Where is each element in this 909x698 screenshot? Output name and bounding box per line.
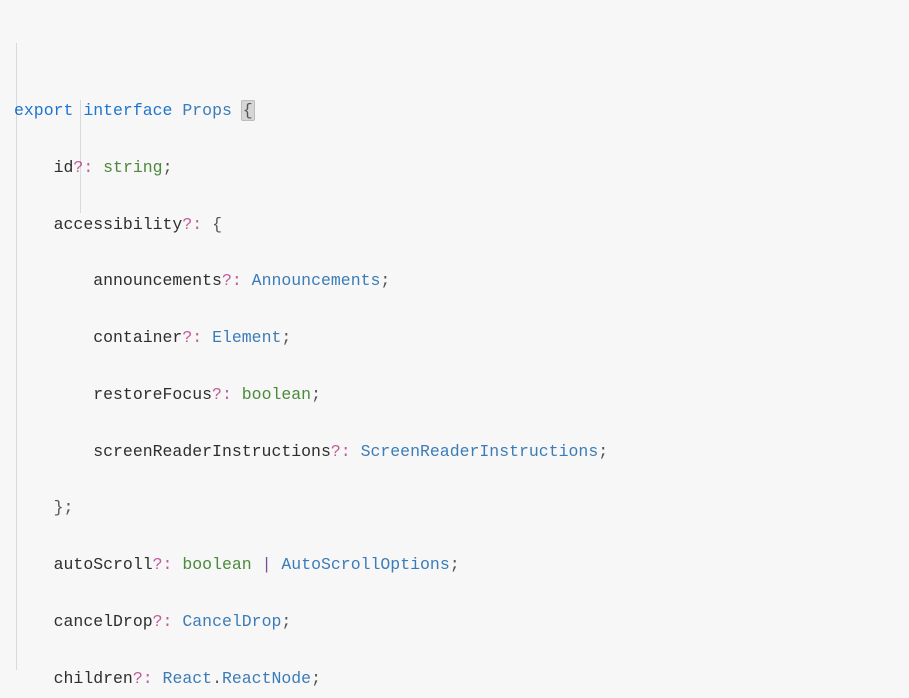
- export-keyword: export: [14, 101, 73, 120]
- open-brace: {: [241, 100, 255, 121]
- line-accessibility-close: };: [14, 494, 895, 522]
- line-announcements: announcements?: Announcements;: [14, 267, 895, 295]
- line-container: container?: Element;: [14, 324, 895, 352]
- indent-guide: [16, 43, 17, 670]
- line-cancelDrop: cancelDrop?: CancelDrop;: [14, 608, 895, 636]
- line-declaration: export interface Props {: [14, 97, 895, 125]
- line-accessibility: accessibility?: {: [14, 211, 895, 239]
- line-screenReaderInstructions: screenReaderInstructions?: ScreenReaderI…: [14, 438, 895, 466]
- interface-name: Props: [182, 101, 232, 120]
- line-id: id?: string;: [14, 154, 895, 182]
- line-restoreFocus: restoreFocus?: boolean;: [14, 381, 895, 409]
- indent-guide-nested: [80, 100, 81, 213]
- line-children: children?: React.ReactNode;: [14, 665, 895, 693]
- code-block: export interface Props { id?: string; ac…: [0, 0, 909, 698]
- line-autoScroll: autoScroll?: boolean | AutoScrollOptions…: [14, 551, 895, 579]
- interface-keyword: interface: [83, 101, 172, 120]
